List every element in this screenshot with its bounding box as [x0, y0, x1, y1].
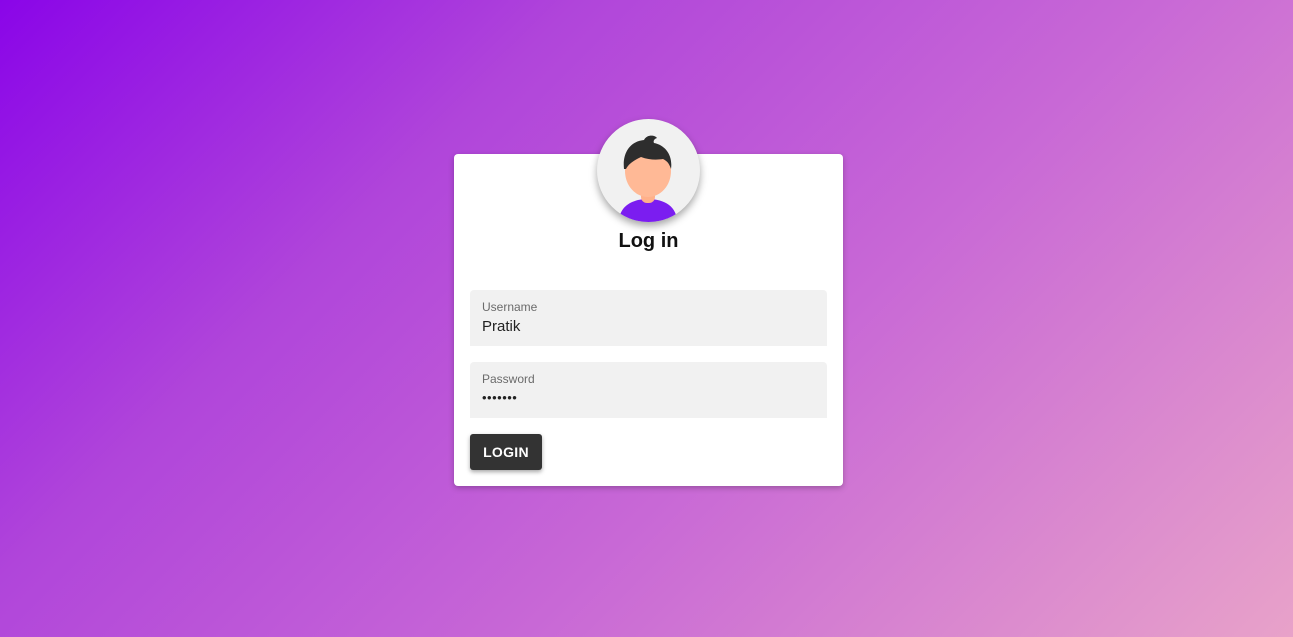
avatar — [597, 119, 700, 222]
password-label: Password — [482, 372, 535, 386]
username-field[interactable]: Username Pratik — [470, 290, 827, 346]
login-button[interactable]: LOGIN — [470, 434, 542, 470]
page-title: Log in — [618, 230, 679, 252]
username-input[interactable]: Pratik — [482, 318, 520, 335]
username-label: Username — [482, 300, 538, 314]
password-field[interactable]: Password ••••••• — [470, 362, 827, 418]
user-avatar-icon — [619, 135, 677, 222]
password-input[interactable]: ••••••• — [482, 390, 517, 405]
